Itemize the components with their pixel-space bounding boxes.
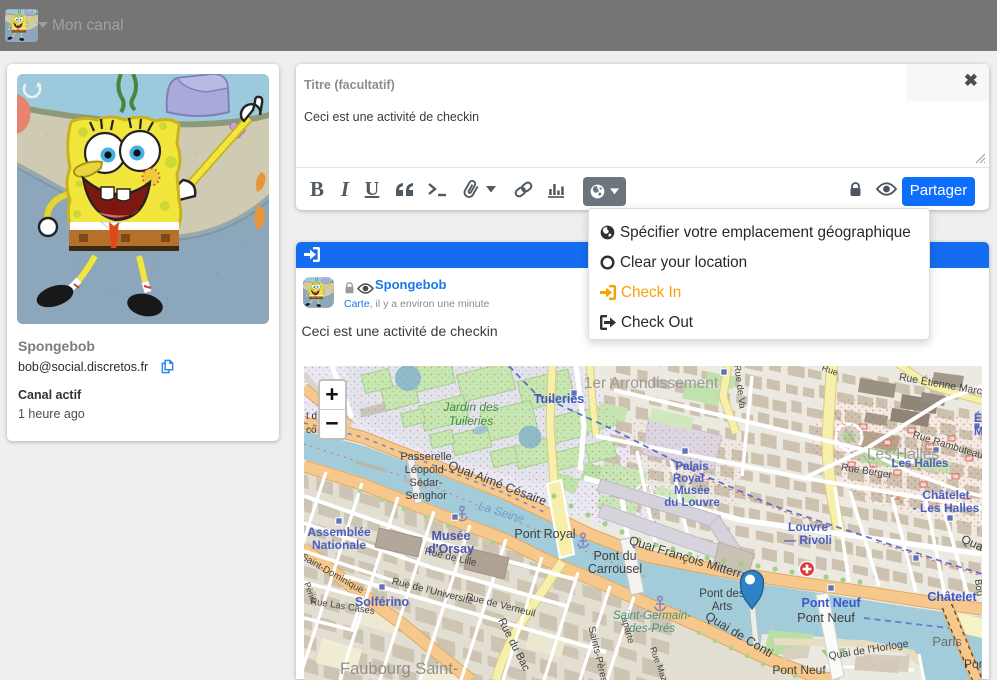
svg-text:1er Arrondissement: 1er Arrondissement bbox=[583, 375, 718, 392]
svg-text:Paris: Paris bbox=[932, 634, 962, 649]
svg-text:Pont du: Pont du bbox=[593, 549, 636, 563]
svg-text:du Louvre: du Louvre bbox=[664, 497, 720, 509]
svg-text:Saint-Germain-: Saint-Germain- bbox=[613, 610, 691, 622]
svg-text:M: M bbox=[974, 426, 982, 438]
svg-text:Senghor: Senghor bbox=[405, 490, 447, 502]
svg-text:Solférino: Solférino bbox=[354, 595, 409, 609]
svg-text:Tuileries: Tuileries bbox=[448, 414, 492, 428]
svg-text:Pont Neuf: Pont Neuf bbox=[772, 663, 826, 677]
svg-text:des-Prés: des-Prés bbox=[628, 623, 674, 635]
svg-text:Châtelet: Châtelet bbox=[922, 488, 969, 502]
svg-text:Pont Neuf: Pont Neuf bbox=[797, 610, 855, 625]
svg-text:Pont des: Pont des bbox=[699, 588, 745, 600]
svg-text:Louvre: Louvre bbox=[787, 520, 827, 534]
svg-text:- Les Halles: - Les Halles bbox=[912, 501, 979, 515]
svg-text:Tuileries: Tuileries bbox=[533, 392, 584, 406]
svg-text:Assemblée: Assemblée bbox=[307, 525, 371, 539]
svg-text:Royal -: Royal - bbox=[672, 473, 711, 485]
svg-text:Sédar-: Sédar- bbox=[409, 477, 442, 489]
svg-text:Musée: Musée bbox=[431, 529, 470, 543]
svg-text:Éti: Éti bbox=[974, 412, 982, 425]
svg-text:Pont N: Pont N bbox=[964, 657, 982, 671]
svg-text:— Rivoli: — Rivoli bbox=[783, 533, 831, 547]
svg-text:Nationale: Nationale bbox=[311, 538, 365, 552]
svg-text:d'Orsay: d'Orsay bbox=[427, 542, 473, 556]
svg-text:t d: t d bbox=[306, 411, 317, 422]
svg-text:Musée: Musée bbox=[674, 485, 710, 497]
svg-text:Palais: Palais bbox=[675, 461, 708, 473]
svg-text:Les Halles: Les Halles bbox=[891, 458, 948, 470]
svg-text:Léopold-: Léopold- bbox=[404, 464, 447, 476]
svg-text:Pont Royal: Pont Royal bbox=[514, 527, 575, 541]
svg-text:Carrousel: Carrousel bbox=[587, 562, 641, 576]
svg-text:Passerelle: Passerelle bbox=[400, 451, 451, 463]
svg-text:Faubourg Saint-: Faubourg Saint- bbox=[340, 660, 458, 678]
svg-text:Châtelet: Châtelet bbox=[927, 590, 977, 604]
svg-text:Jardin des: Jardin des bbox=[442, 400, 498, 414]
svg-text:co: co bbox=[306, 425, 317, 436]
svg-text:Pont Neuf: Pont Neuf bbox=[801, 596, 861, 610]
